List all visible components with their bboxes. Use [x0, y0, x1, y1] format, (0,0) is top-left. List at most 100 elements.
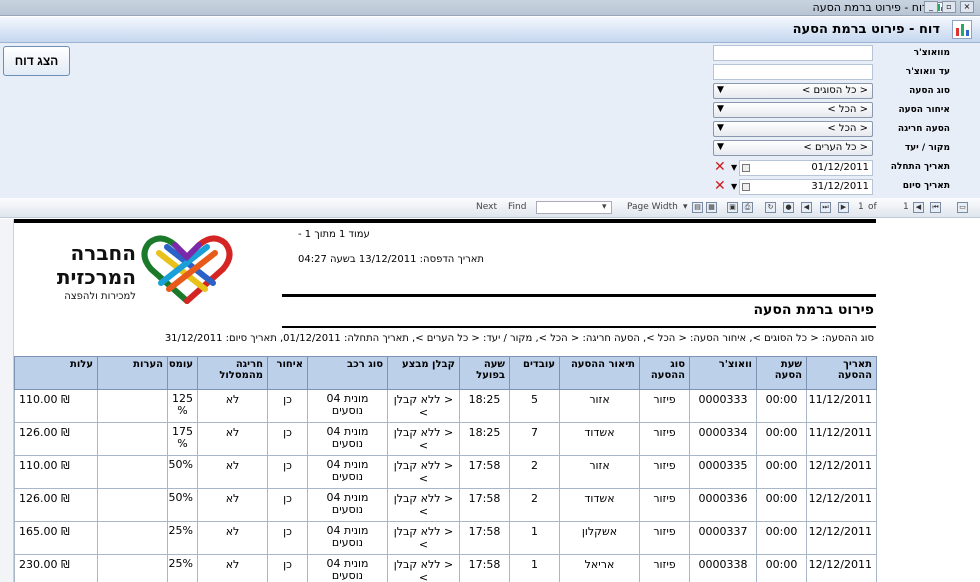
end-date-value: 31/12/2011	[811, 181, 869, 192]
trip-type-value: < כל הסוגים >	[801, 85, 868, 96]
first-page-icon[interactable]: ⏮	[930, 202, 941, 213]
cell-workers: 1	[509, 521, 560, 555]
next-page-icon[interactable]: ▶	[838, 202, 849, 213]
clear-x-icon[interactable]: ✕	[714, 178, 726, 194]
dropdown-arrow-icon[interactable]: ▼	[731, 160, 737, 176]
start-date-label: תאריך התחלה	[890, 162, 950, 172]
cell-date: 12/12/2011	[806, 488, 877, 522]
trip-type-select[interactable]: ▼ < כל הסוגים >	[713, 83, 873, 99]
cell-contractor: < ללא קבלן >	[387, 455, 460, 489]
report-icon	[952, 20, 972, 39]
from-voucher-input[interactable]	[713, 45, 873, 61]
cell-actual: 17:58	[459, 488, 510, 522]
col-cost: עלות	[14, 356, 98, 390]
title-rule-bottom	[282, 326, 876, 328]
cell-notes	[97, 389, 168, 423]
vertical-scrollbar[interactable]	[962, 219, 980, 582]
date-checkbox[interactable]	[742, 164, 750, 172]
cell-contractor: < ללא קבלן >	[387, 422, 460, 456]
cell-time: 00:00	[756, 554, 807, 582]
cell-vehicle: מונית 04 נוסעים	[307, 422, 388, 456]
start-date-picker[interactable]: ✕ ▼ 01/12/2011	[713, 159, 873, 176]
find-dropdown-icon[interactable]: ▾	[602, 202, 607, 212]
col-deviation: חריגה מהמסלול	[197, 356, 268, 390]
table-row: 12/12/2011 00:00 0000337 פיזור אשקלון 1 17:58 <…	[14, 521, 877, 555]
col-desc: תיאור ההסעה	[559, 356, 640, 390]
find-input[interactable]	[536, 201, 612, 214]
cell-vehicle: מונית 04 נוסעים	[307, 389, 388, 423]
late-trip-value: < הכל >	[827, 104, 868, 115]
maximize-button[interactable]: ▫	[942, 1, 956, 13]
cell-late: כן	[267, 422, 308, 456]
cell-actual: 17:58	[459, 521, 510, 555]
cell-cost: 230.00 ₪	[14, 554, 98, 582]
end-date-label: תאריך סיום	[902, 181, 950, 191]
col-late: איחור	[267, 356, 308, 390]
cell-late: כן	[267, 455, 308, 489]
report-page: החברה המרכזית למכירות ולהפצה עמוד 1 מתוך…	[14, 219, 877, 582]
dropdown-arrow-icon: ▼	[717, 104, 724, 114]
date-checkbox[interactable]	[742, 183, 750, 191]
report-title: פירוט ברמת הסעה	[753, 302, 874, 318]
cell-voucher: 0000333	[689, 389, 757, 423]
col-actual: שעה בפועל	[459, 356, 510, 390]
cell-date: 12/12/2011	[806, 455, 877, 489]
page-setup-icon[interactable]: ▦	[706, 202, 717, 213]
zoom-select[interactable]: Page Width	[627, 202, 678, 212]
cell-deviation: לא	[197, 389, 268, 423]
cell-load: 25%	[167, 521, 198, 555]
cell-actual: 18:25	[459, 389, 510, 423]
cell-type: פיזור	[639, 389, 690, 423]
col-load: עומס	[167, 356, 198, 390]
dropdown-arrow-icon[interactable]: ▼	[731, 179, 737, 195]
cell-voucher: 0000335	[689, 455, 757, 489]
logo-line-2: המרכזית	[56, 265, 136, 289]
logo-line-1: החברה	[70, 241, 136, 265]
close-button[interactable]: ×	[960, 1, 974, 13]
page-number[interactable]: 1	[858, 202, 864, 212]
col-voucher: וואוצ'ר	[689, 356, 757, 390]
stop-icon[interactable]: ●	[783, 202, 794, 213]
toggle-params-icon[interactable]: ▭	[957, 202, 968, 213]
show-report-button[interactable]: הצג דוח	[3, 46, 70, 76]
back-icon[interactable]: ◀	[801, 202, 812, 213]
last-page-icon[interactable]: ⏭	[820, 202, 831, 213]
find-next-link[interactable]: Next	[476, 202, 497, 212]
exception-trip-label: הסעה חריגה	[897, 124, 950, 134]
cell-load: 125 %	[167, 389, 198, 423]
refresh-icon[interactable]: ↻	[765, 202, 776, 213]
export-icon[interactable]: ▤	[692, 202, 703, 213]
to-voucher-input[interactable]	[713, 64, 873, 80]
cell-desc: אזור	[559, 389, 640, 423]
col-type: סוג ההסעה	[639, 356, 690, 390]
cell-type: פיזור	[639, 521, 690, 555]
parameters-panel: הצג דוח מוואוצ'ר עד וואוצ'ר סוג הסעה ▼ < …	[0, 43, 980, 198]
cell-deviation: לא	[197, 554, 268, 582]
cell-workers: 2	[509, 488, 560, 522]
table-row: 12/12/2011 00:00 0000335 פיזור אזור 2 17:58 < ל…	[14, 455, 877, 489]
window-titlebar: דוח - פירוט ברמת הסעה _ ▫ ×	[0, 0, 980, 16]
source-dest-select[interactable]: ▼ < כל הערים >	[713, 140, 873, 156]
cell-vehicle: מונית 04 נוסעים	[307, 521, 388, 555]
clear-x-icon[interactable]: ✕	[714, 159, 726, 175]
print-layout-icon[interactable]: ▣	[727, 202, 738, 213]
report-viewer-toolbar: Next Find ▾ Page Width ▾ ▤ ▦ ▣ ⎙ ↻ ● ◀ ⏭…	[0, 198, 980, 218]
cell-deviation: לא	[197, 422, 268, 456]
end-date-picker[interactable]: ✕ ▼ 31/12/2011	[713, 178, 873, 195]
find-link[interactable]: Find	[508, 202, 526, 212]
form-header: דוח - פירוט ברמת הסעה	[0, 17, 980, 43]
source-dest-label: מקור / יעד	[904, 143, 950, 153]
cell-voucher: 0000338	[689, 554, 757, 582]
report-criteria: סוג ההסעה: < כל הסוגים >, איחור הסעה: < …	[164, 333, 874, 344]
print-icon[interactable]: ⎙	[742, 202, 753, 213]
prev-page-icon[interactable]: ◀	[913, 202, 924, 213]
exception-trip-value: < הכל >	[827, 123, 868, 134]
exception-trip-select[interactable]: ▼ < הכל >	[713, 121, 873, 137]
cell-cost: 165.00 ₪	[14, 521, 98, 555]
cell-voucher: 0000334	[689, 422, 757, 456]
cell-vehicle: מונית 04 נוסעים	[307, 488, 388, 522]
late-trip-select[interactable]: ▼ < הכל >	[713, 102, 873, 118]
cell-time: 00:00	[756, 389, 807, 423]
minimize-button[interactable]: _	[924, 1, 938, 13]
zoom-dropdown-icon[interactable]: ▾	[683, 202, 688, 212]
